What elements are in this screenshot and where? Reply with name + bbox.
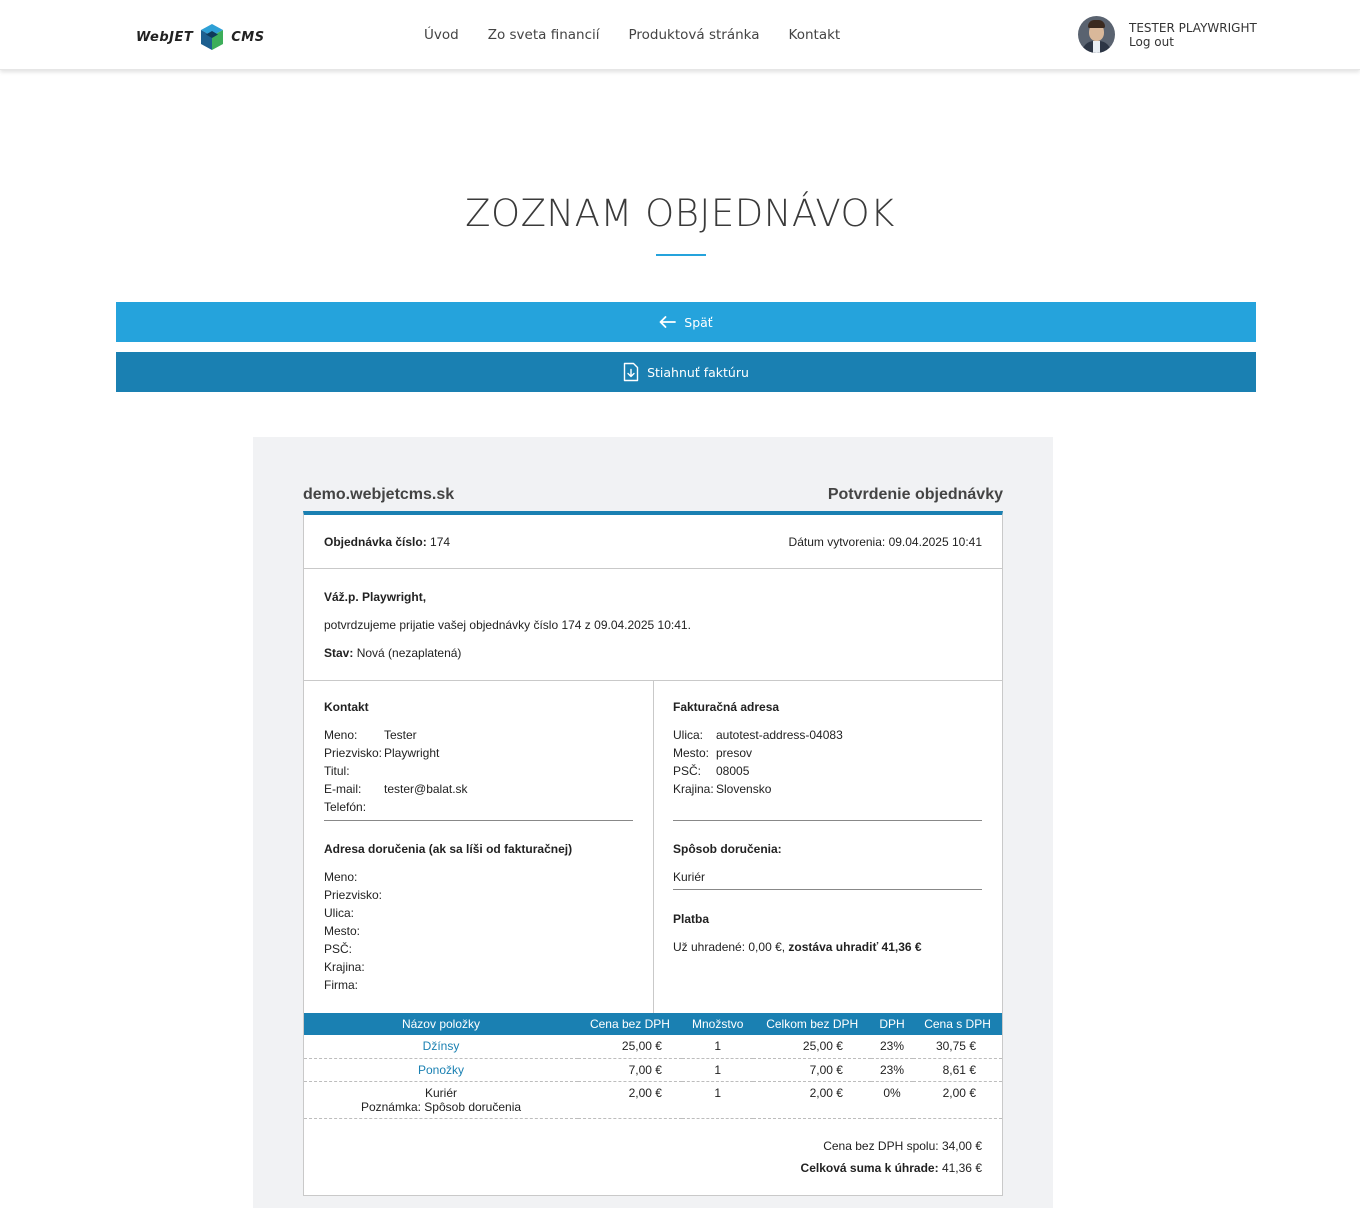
total-net: Cena bez DPH spolu: 34,00 € [823, 1139, 982, 1153]
logo-text-left: WebJET [136, 29, 194, 45]
site-logo[interactable]: WebJET CMS [136, 23, 265, 51]
page-title: ZOZNAM OBJEDNÁVOK [465, 192, 895, 235]
item-note: Poznámka: Spôsob doručenia [360, 1099, 522, 1114]
table-row: Džínsy 25,00 € 1 25,00 € 23% 30,75 € [304, 1035, 1002, 1059]
user-menu: TESTER PLAYWRIGHT Log out [1078, 16, 1257, 53]
invoice-header: demo.webjetcms.sk Potvrdenie objednávky [303, 486, 1003, 504]
back-button[interactable]: Späť [116, 302, 1256, 342]
contact-title: Kontakt [324, 700, 369, 714]
col-header-price: Cena bez DPH [578, 1013, 682, 1035]
col-header-name: Názov položky [304, 1013, 578, 1035]
col-header-vat: DPH [870, 1013, 914, 1035]
delivery-method-divider [673, 889, 982, 890]
table-header-row: Názov položky Cena bez DPH Množstvo Celk… [304, 1013, 1002, 1035]
download-invoice-label: Stiahnuť faktúru [647, 364, 749, 380]
invoice-doc-title: Potvrdenie objednávky [827, 486, 1003, 503]
nav-item-contact[interactable]: Kontakt [789, 27, 841, 43]
item-link[interactable]: Džínsy [423, 1039, 460, 1053]
invoice-site: demo.webjetcms.sk [303, 486, 455, 503]
item-name: Kuriér [424, 1085, 457, 1100]
user-info: TESTER PLAYWRIGHT Log out [1129, 21, 1257, 49]
back-button-label: Späť [684, 314, 713, 330]
download-file-icon [623, 362, 639, 382]
total-grand: Celková suma k úhrade: 41,36 € [800, 1161, 982, 1175]
table-row: Kuriér Poznámka: Spôsob doručenia 2,00 €… [304, 1081, 1002, 1119]
order-number: Objednávka číslo: 174 [324, 535, 451, 549]
items-table: Názov položky Cena bez DPH Množstvo Celk… [304, 1013, 1002, 1119]
confirm-text: potvrdzujeme prijatie vašej objednávky č… [324, 618, 691, 632]
col-header-total: Celkom bez DPH [753, 1013, 871, 1035]
main-nav: Úvod Zo sveta financií Produktová stránk… [424, 27, 840, 43]
title-underline [656, 254, 706, 256]
greeting: Váž.p. Playwright, [324, 590, 427, 604]
user-name: TESTER PLAYWRIGHT [1129, 20, 1257, 35]
order-row: Objednávka číslo: 174 Dátum vytvorenia: … [304, 515, 1002, 569]
col-header-qty: Množstvo [681, 1013, 754, 1035]
invoice-preview: demo.webjetcms.sk Potvrdenie objednávky … [253, 437, 1053, 1208]
delivery-address-title: Adresa doručenia (ak sa líši od fakturač… [324, 842, 573, 856]
table-row: Ponožky 7,00 € 1 7,00 € 23% 8,61 € [304, 1058, 1002, 1082]
nav-item-finance[interactable]: Zo sveta financií [488, 27, 600, 43]
col-header-price-vat: Cena s DPH [913, 1013, 1002, 1035]
item-link[interactable]: Ponožky [418, 1063, 464, 1077]
billing-title: Fakturačná adresa [673, 700, 780, 714]
arrow-left-icon [659, 316, 677, 328]
payment-status: Už uhradené: 0,00 €, zostáva uhradiť 41,… [673, 940, 922, 954]
payment-title: Platba [673, 912, 710, 926]
delivery-address-details: Meno: Priezvisko: Ulica: Mesto: PSČ: Kra… [324, 870, 383, 992]
avatar[interactable] [1078, 16, 1115, 53]
nav-item-uvod[interactable]: Úvod [424, 27, 459, 43]
invoice-body: Objednávka číslo: 174 Dátum vytvorenia: … [303, 511, 1003, 1196]
download-invoice-button[interactable]: Stiahnuť faktúru [116, 352, 1256, 392]
contact-divider [324, 820, 633, 821]
site-header: WebJET CMS Úvod Zo sveta financií Produk… [0, 0, 1360, 70]
logo-text-right: CMS [231, 29, 265, 45]
nav-item-product[interactable]: Produktová stránka [629, 27, 760, 43]
logout-link[interactable]: Log out [1129, 35, 1257, 49]
logo-cube-icon [201, 24, 224, 50]
contact-details: Meno: Tester Priezvisko: Playwright Titul:… [324, 728, 468, 814]
delivery-method-title: Spôsob doručenia: [673, 842, 782, 856]
order-status: Stav: Nová (nezaplatená) [324, 646, 462, 660]
column-divider [653, 681, 654, 1013]
delivery-method-value: Kuriér [673, 870, 706, 884]
order-date: Dátum vytvorenia: 09.04.2025 10:41 [788, 535, 982, 549]
billing-details: Ulica: autotest-address-04083 Mesto: preso… [673, 728, 843, 796]
billing-divider [673, 820, 982, 821]
